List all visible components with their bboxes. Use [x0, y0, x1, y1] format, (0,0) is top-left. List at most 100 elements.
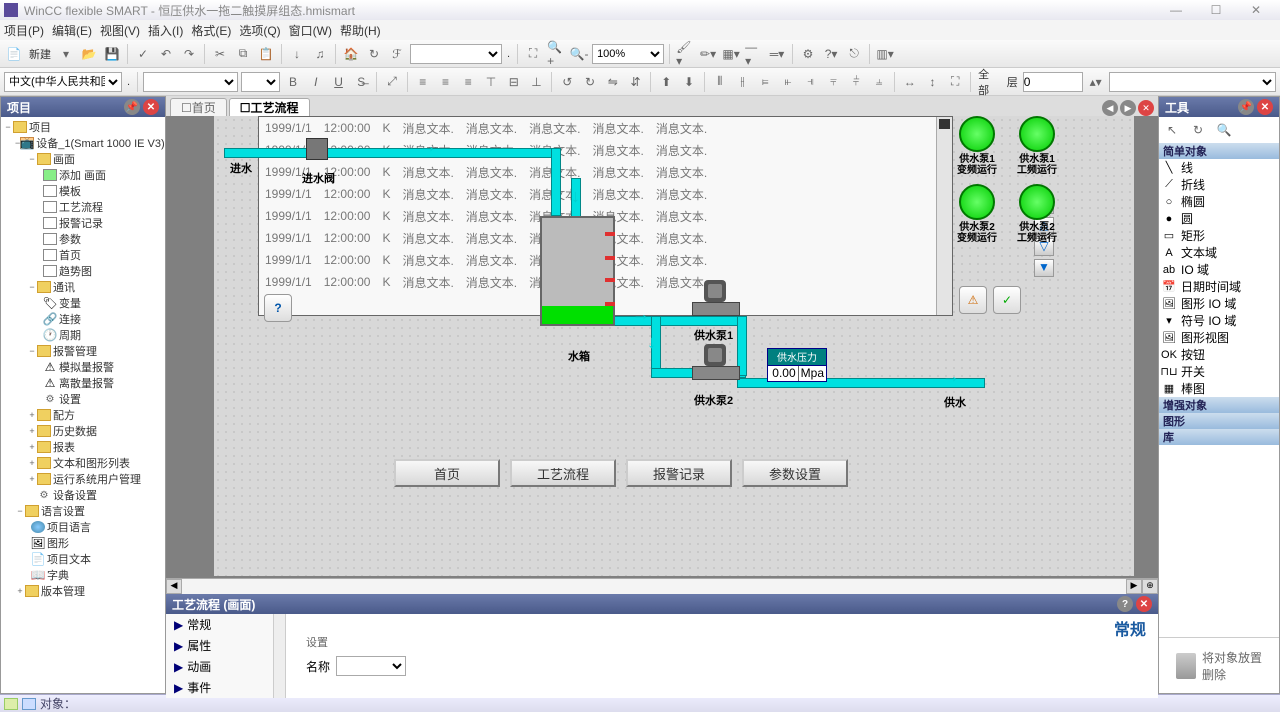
redo-button[interactable]: ↷	[179, 44, 199, 64]
cut-button[interactable]: ✂	[210, 44, 230, 64]
zoom-tool-icon[interactable]: 🔍	[1214, 120, 1234, 140]
fontsize-combo[interactable]	[241, 72, 280, 92]
refresh-button[interactable]: ↻	[364, 44, 384, 64]
new-dropdown[interactable]: ▾	[56, 44, 76, 64]
tree-home[interactable]: 首页	[3, 247, 163, 263]
props-tab-anim[interactable]: ▶动画	[166, 656, 285, 677]
nav-process-button[interactable]: 工艺流程	[510, 459, 616, 487]
italic-button[interactable]: I	[306, 72, 326, 92]
find-button[interactable]: ℱ	[387, 44, 407, 64]
tool-图形视图[interactable]: 🖼图形视图	[1159, 329, 1279, 346]
align-obj-l-icon[interactable]: ⫢	[755, 72, 775, 92]
tree-alarm-settings[interactable]: 设置	[3, 391, 163, 407]
dist-v-icon[interactable]: ⫲	[733, 72, 753, 92]
tools-cat-lib[interactable]: 库	[1159, 429, 1279, 445]
underline-button[interactable]: U	[329, 72, 349, 92]
tree-projlang[interactable]: 项目语言	[3, 519, 163, 535]
align-top-icon[interactable]: ⊤	[481, 72, 501, 92]
nav-param-button[interactable]: 参数设置	[742, 459, 848, 487]
copy-button[interactable]: ⧉	[233, 44, 253, 64]
tab-prev-icon[interactable]: ◀	[1102, 100, 1118, 116]
zoom-in-button[interactable]: 🔍+	[546, 44, 566, 64]
tree-add-screen[interactable]: 添加 画面	[3, 167, 163, 183]
line-weight-button[interactable]: ═▾	[767, 44, 787, 64]
tree-analog-alarm[interactable]: ⚠模拟量报警	[3, 359, 163, 375]
tools-cat-gfx[interactable]: 图形	[1159, 413, 1279, 429]
tree-textlist[interactable]: +文本和图形列表	[3, 455, 163, 471]
pin-icon[interactable]: 📌	[124, 99, 140, 115]
tool-椭圆[interactable]: ○椭圆	[1159, 193, 1279, 210]
close-icon[interactable]: ✕	[1257, 99, 1273, 115]
rotate-right-icon[interactable]: ↻	[580, 72, 600, 92]
paste-button[interactable]: 📋	[256, 44, 276, 64]
transfer-button[interactable]: ♫	[310, 44, 330, 64]
tree-trend[interactable]: 趋势图	[3, 263, 163, 279]
tool-折线[interactable]: ⟋折线	[1159, 176, 1279, 193]
minimize-button[interactable]: —	[1156, 3, 1196, 17]
tool-日期时间域[interactable]: 📅日期时间域	[1159, 278, 1279, 295]
tool-图形 IO 域[interactable]: 🖼图形 IO 域	[1159, 295, 1279, 312]
undo-button[interactable]: ↶	[156, 44, 176, 64]
help-icon[interactable]: ?	[1117, 596, 1133, 612]
tool-矩形[interactable]: ▭矩形	[1159, 227, 1279, 244]
zoom-out-button[interactable]: 🔍-	[569, 44, 589, 64]
rotate-left-icon[interactable]: ↺	[557, 72, 577, 92]
tools-cat-adv[interactable]: 增强对象	[1159, 397, 1279, 413]
tree-cycles[interactable]: 🕐周期	[3, 327, 163, 343]
layer-stepper[interactable]: ▴▾	[1086, 72, 1106, 92]
menu-format[interactable]: 格式(E)	[191, 22, 231, 39]
align-middle-icon[interactable]: ⊟	[504, 72, 524, 92]
tab-next-icon[interactable]: ▶	[1120, 100, 1136, 116]
project-tree[interactable]: −项目 −📺设备_1(Smart 1000 IE V3) −画面 添加 画面 模…	[1, 117, 165, 693]
same-size-icon[interactable]: ⛶	[945, 72, 965, 92]
tools-cat-simple[interactable]: 简单对象	[1159, 143, 1279, 159]
tree-version[interactable]: +版本管理	[3, 583, 163, 599]
window-icon[interactable]: ▥▾	[875, 44, 895, 64]
zoom-combo[interactable]: 100%	[592, 44, 664, 64]
tree-discrete-alarm[interactable]: ⚠离散量报警	[3, 375, 163, 391]
line-color-button[interactable]: ✏▾	[698, 44, 718, 64]
nav-alarm-button[interactable]: 报警记录	[626, 459, 732, 487]
same-width-icon[interactable]: ↔	[900, 72, 920, 92]
alarm-check-button[interactable]: ✓	[993, 286, 1021, 314]
tree-projtext[interactable]: 📄项目文本	[3, 551, 163, 567]
zoom-fit-button[interactable]: ⛶	[523, 44, 543, 64]
tab-home[interactable]: ☐ 首页	[170, 98, 227, 116]
dist-h-icon[interactable]: ⫴	[710, 72, 730, 92]
tool-文本域[interactable]: A文本域	[1159, 244, 1279, 261]
tree-history[interactable]: +历史数据	[3, 423, 163, 439]
open-button[interactable]: 📂	[79, 44, 99, 64]
tool-按钮[interactable]: OK按钮	[1159, 346, 1279, 363]
layer-input[interactable]	[1023, 72, 1083, 92]
tool-开关[interactable]: ⊓⊔开关	[1159, 363, 1279, 380]
compile-button[interactable]: ✓	[133, 44, 153, 64]
tool-IO 域[interactable]: abIO 域	[1159, 261, 1279, 278]
layer-combo[interactable]	[1109, 72, 1277, 92]
language-combo[interactable]: 中文(中华人民共和国)	[4, 72, 122, 92]
align-bottom-icon[interactable]: ⊥	[527, 72, 547, 92]
alarm-info-button[interactable]: ?	[264, 294, 292, 322]
menu-project[interactable]: 项目(P)	[4, 22, 44, 39]
close-icon[interactable]: ✕	[1136, 596, 1152, 612]
bring-front-icon[interactable]: ⬆	[656, 72, 676, 92]
props-name-combo[interactable]	[336, 656, 406, 676]
tree-tags[interactable]: 🏷变量	[3, 295, 163, 311]
line-style-button[interactable]: —▾	[744, 44, 764, 64]
menu-insert[interactable]: 插入(I)	[148, 22, 183, 39]
new-button[interactable]: 📄	[4, 44, 24, 64]
same-height-icon[interactable]: ↕	[923, 72, 943, 92]
save-button[interactable]: 💾	[102, 44, 122, 64]
tree-process[interactable]: 工艺流程	[3, 199, 163, 215]
tree-dict[interactable]: 📖字典	[3, 567, 163, 583]
delete-dropzone[interactable]: 将对象放置 删除	[1159, 637, 1279, 693]
alarm-ack-button[interactable]: ⚠	[959, 286, 987, 314]
close-icon[interactable]: ✕	[143, 99, 159, 115]
flip-v-icon[interactable]: ⇵	[626, 72, 646, 92]
align-center-icon[interactable]: ≡	[436, 72, 456, 92]
rotate-tool-icon[interactable]: ↻	[1188, 120, 1208, 140]
nav-home-button[interactable]: 首页	[394, 459, 500, 487]
help-icon[interactable]: ?▾	[821, 44, 841, 64]
canvas-hscroll[interactable]: ◀▶⊕	[166, 578, 1158, 594]
close-button[interactable]: ✕	[1236, 3, 1276, 17]
options-icon[interactable]: ⚙	[798, 44, 818, 64]
